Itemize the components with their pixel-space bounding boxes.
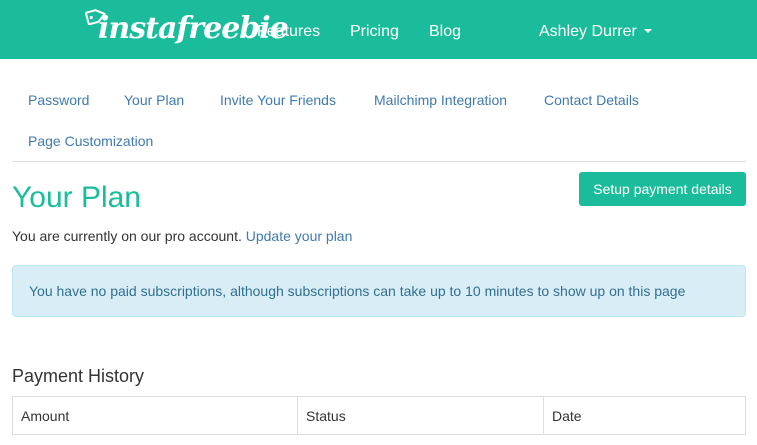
info-alert: You have no paid subscriptions, although…	[12, 265, 746, 317]
tab-contact-details[interactable]: Contact Details	[544, 90, 639, 110]
column-status: Status	[297, 396, 544, 435]
plan-status-line: You are currently on our pro account. Up…	[12, 226, 352, 246]
caret-down-icon	[643, 28, 652, 33]
update-plan-link[interactable]: Update your plan	[246, 228, 353, 244]
nav-blog[interactable]: Blog	[429, 0, 461, 59]
column-date: Date	[543, 396, 746, 435]
nav-pricing[interactable]: Pricing	[350, 0, 399, 59]
setup-payment-button[interactable]: Setup payment details	[579, 172, 746, 206]
tab-your-plan[interactable]: Your Plan	[124, 90, 184, 110]
tab-password[interactable]: Password	[28, 90, 89, 110]
tab-page-customization[interactable]: Page Customization	[28, 131, 153, 151]
price-tag-icon	[85, 9, 106, 25]
column-amount: Amount	[12, 396, 298, 435]
user-name: Ashley Durrer	[539, 23, 637, 40]
table-header-row: Amount Status Date	[12, 396, 746, 435]
nav-features[interactable]: Features	[257, 0, 320, 59]
payment-history-table: Amount Status Date	[12, 396, 746, 435]
tab-invite-friends[interactable]: Invite Your Friends	[220, 90, 336, 110]
user-menu[interactable]: Ashley Durrer	[539, 0, 652, 59]
top-navbar: instafreebie Features Pricing Blog Ashle…	[0, 0, 757, 59]
plan-status-text: You are currently on our pro account.	[12, 228, 242, 244]
page-title: Your Plan	[12, 181, 141, 214]
tab-mailchimp-integration[interactable]: Mailchimp Integration	[374, 90, 507, 110]
payment-history-title: Payment History	[12, 366, 145, 386]
tabs-divider	[12, 161, 746, 162]
